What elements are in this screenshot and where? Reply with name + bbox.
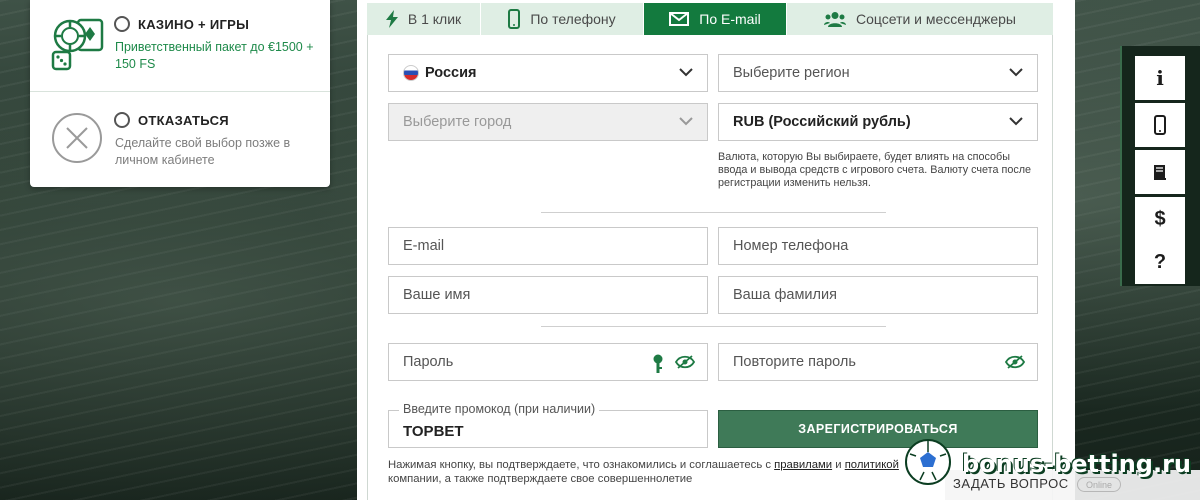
close-circle-icon <box>52 113 102 163</box>
watermark: bonus-betting.ru <box>900 432 1200 500</box>
region-placeholder: Выберите регион <box>733 65 850 81</box>
chevron-down-icon <box>679 68 693 77</box>
city-placeholder: Выберите город <box>403 114 512 130</box>
promo-code-field[interactable]: Введите промокод (при наличии) TOPBET <box>388 402 708 448</box>
bonus-title-decline: ОТКАЗАТЬСЯ <box>138 113 229 128</box>
sidebar-item-book[interactable] <box>1135 150 1185 194</box>
bonus-title-casino: КАЗИНО + ИГРЫ <box>138 17 250 32</box>
tab-one-click[interactable]: В 1 клик <box>367 3 481 35</box>
terms-suffix: компании, а также подтверждаете свое сов… <box>388 473 693 485</box>
divider <box>541 212 886 213</box>
password-field[interactable]: Пароль <box>388 343 708 381</box>
tab-phone[interactable]: По телефону <box>481 3 644 35</box>
first-name-field[interactable]: Ваше имя <box>388 276 708 314</box>
dollar-icon: $ <box>1154 207 1166 230</box>
tab-label: Соцсети и мессенджеры <box>855 11 1016 27</box>
sidebar-item-info[interactable]: i <box>1135 56 1185 100</box>
sidebar-item-mobile[interactable] <box>1135 103 1185 147</box>
eye-hidden-icon[interactable] <box>1005 355 1025 369</box>
casino-chips-icon <box>51 18 104 71</box>
divider <box>541 326 886 327</box>
city-select[interactable]: Выберите город <box>388 103 708 141</box>
envelope-icon <box>669 12 690 26</box>
promo-code-label: Введите промокод (при наличии) <box>399 402 600 416</box>
policy-link[interactable]: политикой <box>845 459 899 471</box>
lightning-icon <box>385 10 398 28</box>
currency-value: RUB (Российский рубль) <box>733 114 911 130</box>
tab-email[interactable]: По E-mail <box>644 3 787 35</box>
terms-prefix: Нажимая кнопку, вы подтверждаете, что оз… <box>388 459 771 471</box>
password-repeat-field[interactable]: Повторите пароль <box>718 343 1038 381</box>
first-name-placeholder: Ваше имя <box>403 287 471 303</box>
bonus-radio-casino[interactable] <box>114 16 130 32</box>
bonus-option-decline[interactable]: ОТКАЗАТЬСЯ Сделайте свой выбор позже в л… <box>30 93 330 187</box>
country-select[interactable]: Россия <box>388 54 708 92</box>
chevron-down-icon <box>1009 117 1023 126</box>
last-name-field[interactable]: Ваша фамилия <box>718 276 1038 314</box>
tab-social[interactable]: Соцсети и мессенджеры <box>787 3 1053 35</box>
last-name-placeholder: Ваша фамилия <box>733 287 837 303</box>
info-icon: i <box>1156 66 1164 90</box>
phone-icon <box>508 9 521 29</box>
bonus-selection-card: КАЗИНО + ИГРЫ Приветственный пакет до €1… <box>30 0 330 187</box>
tab-label: В 1 клик <box>407 11 462 27</box>
right-sidebar: i $ ? <box>1120 46 1200 286</box>
question-icon: ? <box>1153 250 1167 273</box>
password-repeat-placeholder: Повторите пароль <box>733 354 856 370</box>
sidebar-item-help[interactable]: ? <box>1135 240 1185 284</box>
key-icon[interactable] <box>653 354 663 374</box>
bonus-desc-casino: Приветственный пакет до €1500 + 150 FS <box>115 40 314 71</box>
tab-label: По E-mail <box>699 11 761 27</box>
country-value: Россия <box>425 65 477 81</box>
bonus-desc-decline: Сделайте свой выбор позже в личном кабин… <box>115 136 291 167</box>
region-select[interactable]: Выберите регион <box>718 54 1038 92</box>
email-placeholder: E-mail <box>403 238 445 254</box>
rules-link[interactable]: правилами <box>774 459 832 471</box>
tab-label: По телефону <box>530 11 616 27</box>
registration-panel: В 1 клик По телефону По E-mail Соцсети и… <box>357 0 1075 500</box>
russia-flag-icon <box>403 65 419 81</box>
phone-field[interactable]: Номер телефона <box>718 227 1038 265</box>
password-placeholder: Пароль <box>403 354 454 370</box>
eye-hidden-icon[interactable] <box>675 355 695 369</box>
chevron-down-icon <box>1009 68 1023 77</box>
watermark-text: bonus-betting.ru <box>962 450 1192 478</box>
terms-and: и <box>835 459 842 471</box>
currency-select[interactable]: RUB (Российский рубль) <box>718 103 1038 141</box>
soccer-ball-icon <box>905 439 951 485</box>
currency-note: Валюта, которую Вы выбираете, будет влия… <box>718 151 1032 189</box>
email-field[interactable]: E-mail <box>388 227 708 265</box>
phone-placeholder: Номер телефона <box>733 238 849 254</box>
sidebar-item-payments[interactable]: $ <box>1135 197 1185 241</box>
registration-tabs: В 1 клик По телефону По E-mail Соцсети и… <box>367 3 1053 35</box>
users-icon <box>823 12 846 27</box>
book-icon <box>1154 165 1166 180</box>
promo-code-value: TOPBET <box>403 422 464 440</box>
chevron-down-icon <box>679 117 693 126</box>
bonus-radio-decline[interactable] <box>114 112 130 128</box>
mobile-icon <box>1154 115 1166 135</box>
registration-form: Россия Выберите регион Выберите город RU… <box>367 35 1053 500</box>
bonus-option-casino[interactable]: КАЗИНО + ИГРЫ Приветственный пакет до €1… <box>30 0 330 92</box>
